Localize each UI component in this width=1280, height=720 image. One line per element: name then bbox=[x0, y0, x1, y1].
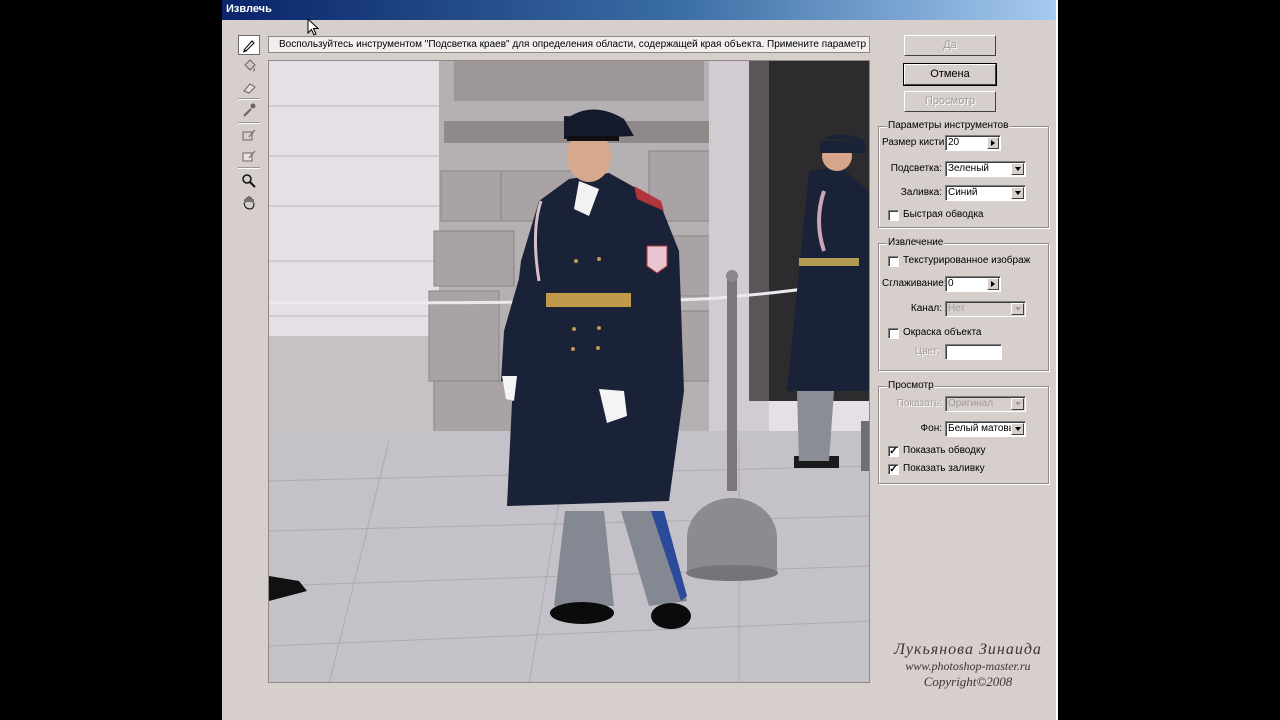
fill-value: Синий bbox=[948, 187, 978, 198]
textured-image-checkbox[interactable] bbox=[888, 256, 899, 267]
highlight-label: Подсветка: bbox=[890, 163, 942, 174]
watermark-copyright: Copyright©2008 bbox=[923, 673, 1013, 689]
textured-image-label: Текстурированное изображ bbox=[903, 255, 1031, 266]
brush-size-label: Размер кисти: bbox=[882, 137, 948, 148]
ok-button[interactable]: Да bbox=[904, 35, 996, 56]
toolbox-divider bbox=[238, 122, 260, 124]
smooth-value: 0 bbox=[948, 278, 954, 289]
hand-icon[interactable] bbox=[238, 192, 260, 212]
show-fill-label: Показать заливку bbox=[903, 463, 985, 474]
tool-options-title: Параметры инструментов bbox=[887, 120, 1010, 131]
show-select[interactable]: Оригинал bbox=[945, 396, 1026, 412]
show-value: Оригинал bbox=[948, 398, 994, 409]
color-swatch[interactable] bbox=[945, 344, 1002, 360]
watermark-site: www.photoshop-master.ru bbox=[905, 659, 1031, 674]
force-color-checkbox[interactable] bbox=[888, 328, 899, 339]
author-watermark: Лукьянова Зинаида www.photoshop-master.r… bbox=[884, 640, 1052, 689]
fill-bucket-icon[interactable] bbox=[238, 56, 260, 76]
chevron-down-icon[interactable] bbox=[1011, 303, 1024, 315]
show-highlight-checkbox[interactable]: ✓ bbox=[888, 446, 899, 457]
smart-highlight-label: Быстрая обводка bbox=[903, 209, 984, 220]
smooth-label: Сглаживание: bbox=[882, 278, 947, 289]
highlight-value: Зеленый bbox=[948, 163, 989, 174]
chevron-down-icon[interactable] bbox=[1011, 187, 1024, 199]
zoom-icon[interactable] bbox=[238, 171, 260, 191]
preview-button[interactable]: Просмотр bbox=[904, 91, 996, 112]
show-fill-checkbox[interactable]: ✓ bbox=[888, 464, 899, 475]
background-value: Белый матовы bbox=[948, 423, 1016, 434]
show-label: Показать: bbox=[896, 398, 942, 409]
background-label: Фон: bbox=[920, 423, 942, 434]
eraser-icon[interactable] bbox=[238, 77, 260, 97]
smooth-input[interactable]: 0 bbox=[945, 276, 1001, 292]
edge-highlighter-icon[interactable] bbox=[238, 35, 260, 55]
window-edge bbox=[1056, 0, 1058, 720]
extract-dialog: Извлечь Воспользуйтесь инструментом "Под… bbox=[222, 0, 1056, 720]
highlight-select[interactable]: Зеленый bbox=[945, 161, 1026, 177]
cancel-button[interactable]: Отмена bbox=[903, 63, 997, 86]
window-title: Извлечь bbox=[226, 3, 272, 15]
chevron-down-icon[interactable] bbox=[1011, 163, 1024, 175]
show-highlight-label: Показать обводку bbox=[903, 445, 986, 456]
extraction-title: Извлечение bbox=[887, 237, 945, 248]
channel-label: Канал: bbox=[910, 303, 942, 314]
title-bar[interactable]: Извлечь bbox=[222, 0, 1056, 20]
cleanup-icon[interactable] bbox=[238, 125, 260, 145]
photo-guard bbox=[269, 61, 869, 682]
fill-select[interactable]: Синий bbox=[945, 185, 1026, 201]
image-preview[interactable] bbox=[268, 60, 870, 683]
background-select[interactable]: Белый матовы bbox=[945, 421, 1026, 437]
channel-select[interactable]: Нет bbox=[945, 301, 1026, 317]
chevron-down-icon[interactable] bbox=[1011, 423, 1024, 435]
toolbox-divider bbox=[238, 167, 260, 169]
brush-size-input[interactable]: 20 bbox=[945, 135, 1001, 151]
brush-size-value: 20 bbox=[948, 137, 960, 148]
brush-size-arrow-icon[interactable] bbox=[987, 137, 999, 149]
channel-value: Нет bbox=[948, 303, 966, 314]
eyedropper-icon[interactable] bbox=[238, 100, 260, 120]
chevron-down-icon[interactable] bbox=[1011, 398, 1024, 410]
fill-label: Заливка: bbox=[900, 187, 942, 198]
smart-highlight-checkbox[interactable] bbox=[888, 210, 899, 221]
color-label: Цвет: bbox=[914, 346, 940, 357]
force-color-label: Окраска объекта bbox=[903, 327, 982, 338]
smooth-arrow-icon[interactable] bbox=[987, 278, 999, 290]
hint-bar: Воспользуйтесь инструментом "Подсветка к… bbox=[268, 36, 870, 53]
mouse-cursor-icon bbox=[307, 18, 320, 36]
edge-touchup-icon[interactable] bbox=[238, 146, 260, 166]
preview-settings-title: Просмотр bbox=[887, 380, 935, 391]
watermark-author: Лукьянова Зинаида bbox=[894, 641, 1042, 658]
